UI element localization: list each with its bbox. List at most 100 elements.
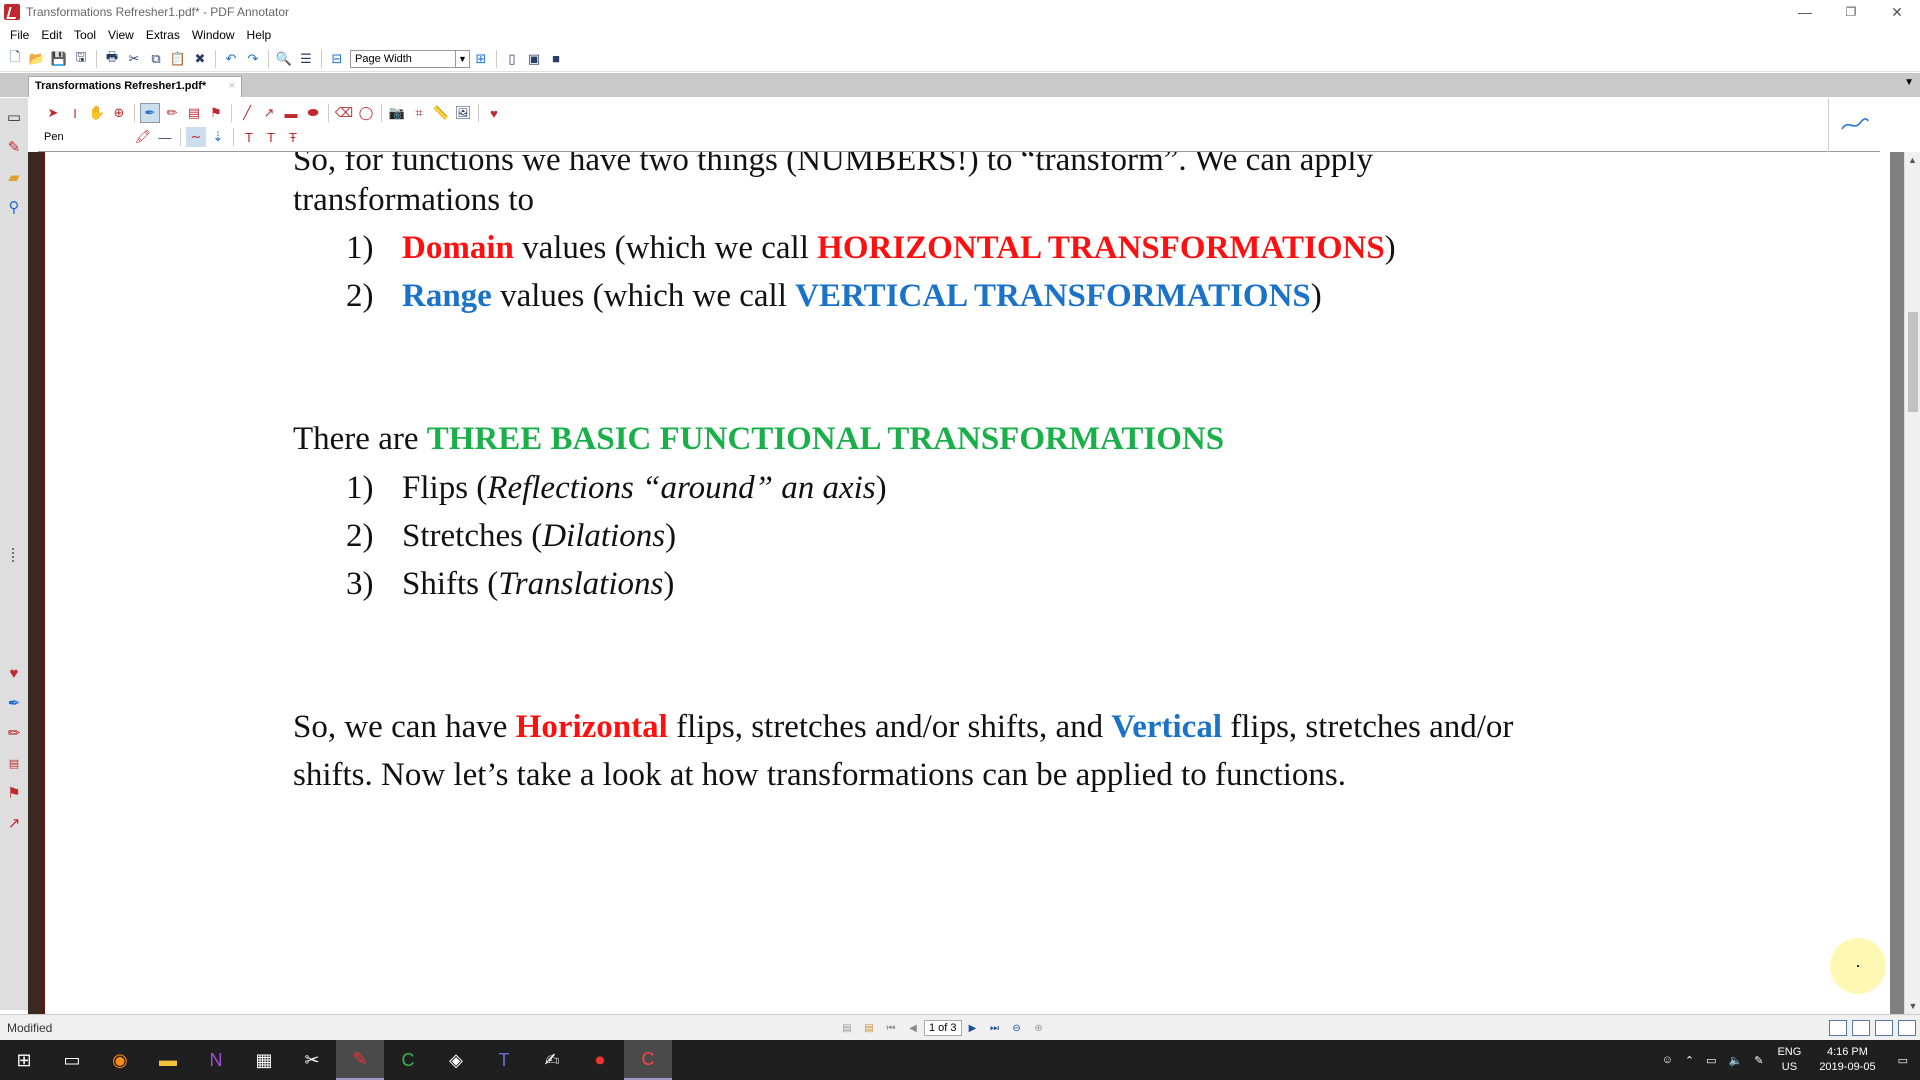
single-page-icon[interactable]: ▯: [502, 49, 522, 69]
menu-file[interactable]: File: [4, 28, 35, 42]
find-icon[interactable]: 🔍: [274, 49, 294, 69]
menu-edit[interactable]: Edit: [35, 28, 68, 42]
volume-icon[interactable]: 🔈: [1723, 1054, 1749, 1067]
cut-icon[interactable]: ✂: [124, 49, 144, 69]
copy-icon[interactable]: ⧉: [146, 49, 166, 69]
firefox-icon[interactable]: ◉: [96, 1040, 144, 1080]
single-page-view-icon[interactable]: [1829, 1020, 1847, 1036]
last-page-icon[interactable]: ⏭: [986, 1019, 1004, 1037]
pen-tool-icon[interactable]: ✒: [0, 688, 28, 718]
menu-extras[interactable]: Extras: [140, 28, 186, 42]
paste-icon[interactable]: 📋: [168, 49, 188, 69]
scroll-up-icon[interactable]: ▲: [1905, 152, 1920, 168]
next-page-icon[interactable]: ▶: [964, 1019, 982, 1037]
undo-icon[interactable]: ↶: [221, 49, 241, 69]
zoom-in-icon[interactable]: ⊞: [471, 49, 491, 69]
page-import-icon[interactable]: ▤: [860, 1019, 878, 1037]
game-controller-icon[interactable]: ◈: [432, 1040, 480, 1080]
zoom-out-icon[interactable]: ⊟: [327, 49, 347, 69]
text-squiggly-icon[interactable]: T: [261, 127, 281, 147]
page-indicator[interactable]: 1 of 3: [924, 1020, 962, 1036]
two-page-view-icon[interactable]: [1875, 1020, 1893, 1036]
zoom-tool-icon[interactable]: ⊕: [109, 103, 129, 123]
recorder-icon[interactable]: ⏺: [576, 1040, 624, 1080]
arrow-line-icon[interactable]: ↗: [259, 103, 279, 123]
task-view-icon[interactable]: ▭: [48, 1040, 96, 1080]
menu-window[interactable]: Window: [186, 28, 241, 42]
minimize-button[interactable]: —: [1782, 0, 1828, 24]
text-strikeout-icon[interactable]: Ŧ: [283, 127, 303, 147]
scrollbar-thumb[interactable]: [1908, 312, 1918, 412]
properties-icon[interactable]: ☰: [296, 49, 316, 69]
hand-tool-icon[interactable]: ✋: [87, 103, 107, 123]
file-explorer-icon[interactable]: ▬: [144, 1040, 192, 1080]
page-history-icon[interactable]: ▤: [838, 1019, 856, 1037]
ellipse-tool-icon[interactable]: ⬬: [303, 103, 323, 123]
scroll-down-icon[interactable]: ▼: [1905, 998, 1920, 1014]
text-select-icon[interactable]: I: [65, 103, 85, 123]
tab-list-chevron-icon[interactable]: ▼: [1904, 77, 1914, 88]
fit-page-icon[interactable]: ▣: [524, 49, 544, 69]
lasso-icon[interactable]: ◯: [356, 103, 376, 123]
stamp-tool-icon[interactable]: ⚑: [206, 103, 226, 123]
pen-workspace-icon[interactable]: ✍: [528, 1040, 576, 1080]
snipping-tool-icon[interactable]: ✂: [288, 1040, 336, 1080]
save-all-icon[interactable]: 🖫: [71, 49, 91, 69]
first-page-icon[interactable]: ⏮: [882, 1019, 900, 1037]
rectangle-tool-icon[interactable]: ▬: [281, 103, 301, 123]
favorites-heart-icon[interactable]: ♥: [0, 658, 28, 688]
camtasia-recorder-icon[interactable]: C: [624, 1040, 672, 1080]
line-style-icon[interactable]: —: [155, 127, 175, 147]
menu-view[interactable]: View: [102, 28, 140, 42]
continuous-view-icon[interactable]: [1852, 1020, 1870, 1036]
pressure-icon[interactable]: ⇣: [208, 127, 228, 147]
tab-close-icon[interactable]: ×: [229, 80, 235, 92]
full-screen-icon[interactable]: ■: [546, 49, 566, 69]
menu-tool[interactable]: Tool: [68, 28, 102, 42]
delete-icon[interactable]: ✖: [190, 49, 210, 69]
marker-icon[interactable]: ✏: [162, 103, 182, 123]
arrow-tool-icon[interactable]: ↗: [0, 808, 28, 838]
calculator-icon[interactable]: ▦: [240, 1040, 288, 1080]
pen-icon[interactable]: ✒: [140, 103, 160, 123]
ruler-icon[interactable]: 📏: [431, 103, 451, 123]
two-page-continuous-view-icon[interactable]: [1898, 1020, 1916, 1036]
windows-start-icon[interactable]: ⊞: [0, 1040, 48, 1080]
bookmarks-icon[interactable]: ▰: [0, 162, 28, 192]
crop-icon[interactable]: ⌗: [409, 103, 429, 123]
save-icon[interactable]: 💾: [49, 49, 69, 69]
select-arrow-icon[interactable]: ➤: [43, 103, 63, 123]
previous-page-icon[interactable]: ◀: [904, 1019, 922, 1037]
insert-image-icon[interactable]: 🖼: [453, 103, 473, 123]
document-viewport[interactable]: So, for functions we have two things (NU…: [28, 152, 1904, 1014]
print-icon[interactable]: 🖶: [102, 49, 122, 69]
eraser-icon[interactable]: ⌫: [334, 103, 354, 123]
page-thumbnail-icon[interactable]: ▭: [0, 102, 28, 132]
attachments-icon[interactable]: ⚲: [0, 192, 28, 222]
open-folder-icon[interactable]: 📂: [27, 49, 47, 69]
clock[interactable]: 4:16 PM 2019-09-05: [1809, 1045, 1885, 1075]
redo-icon[interactable]: ↷: [243, 49, 263, 69]
pdf-annotator-taskbar-icon[interactable]: ✎: [336, 1040, 384, 1080]
typewriter-icon[interactable]: ▤: [184, 103, 204, 123]
pen-tray-icon[interactable]: ✎: [1748, 1054, 1769, 1067]
favorite-tools-heart-icon[interactable]: ♥: [484, 103, 504, 123]
close-button[interactable]: ✕: [1874, 0, 1920, 24]
menu-help[interactable]: Help: [241, 28, 278, 42]
camera-icon[interactable]: 📷: [387, 103, 407, 123]
smooth-stroke-icon[interactable]: ∼: [186, 127, 206, 147]
annotations-icon[interactable]: ✎: [0, 132, 28, 162]
camtasia-icon[interactable]: C: [384, 1040, 432, 1080]
text-box-icon[interactable]: ▤: [0, 748, 28, 778]
restore-button[interactable]: ❐: [1828, 0, 1874, 24]
pen-color-icon[interactable]: 🖍: [133, 127, 153, 147]
network-icon[interactable]: ▭: [1700, 1054, 1722, 1067]
highlighter-icon[interactable]: ✏: [0, 718, 28, 748]
input-language[interactable]: ENG US: [1769, 1045, 1809, 1075]
back-icon[interactable]: ⊖: [1008, 1019, 1026, 1037]
teams-icon[interactable]: T: [480, 1040, 528, 1080]
new-document-icon[interactable]: 🗋: [5, 49, 25, 69]
tray-chevron-up-icon[interactable]: ⌃: [1679, 1054, 1700, 1067]
vertical-scrollbar[interactable]: ▲ ▼: [1904, 152, 1920, 1014]
text-underline-icon[interactable]: T: [239, 127, 259, 147]
